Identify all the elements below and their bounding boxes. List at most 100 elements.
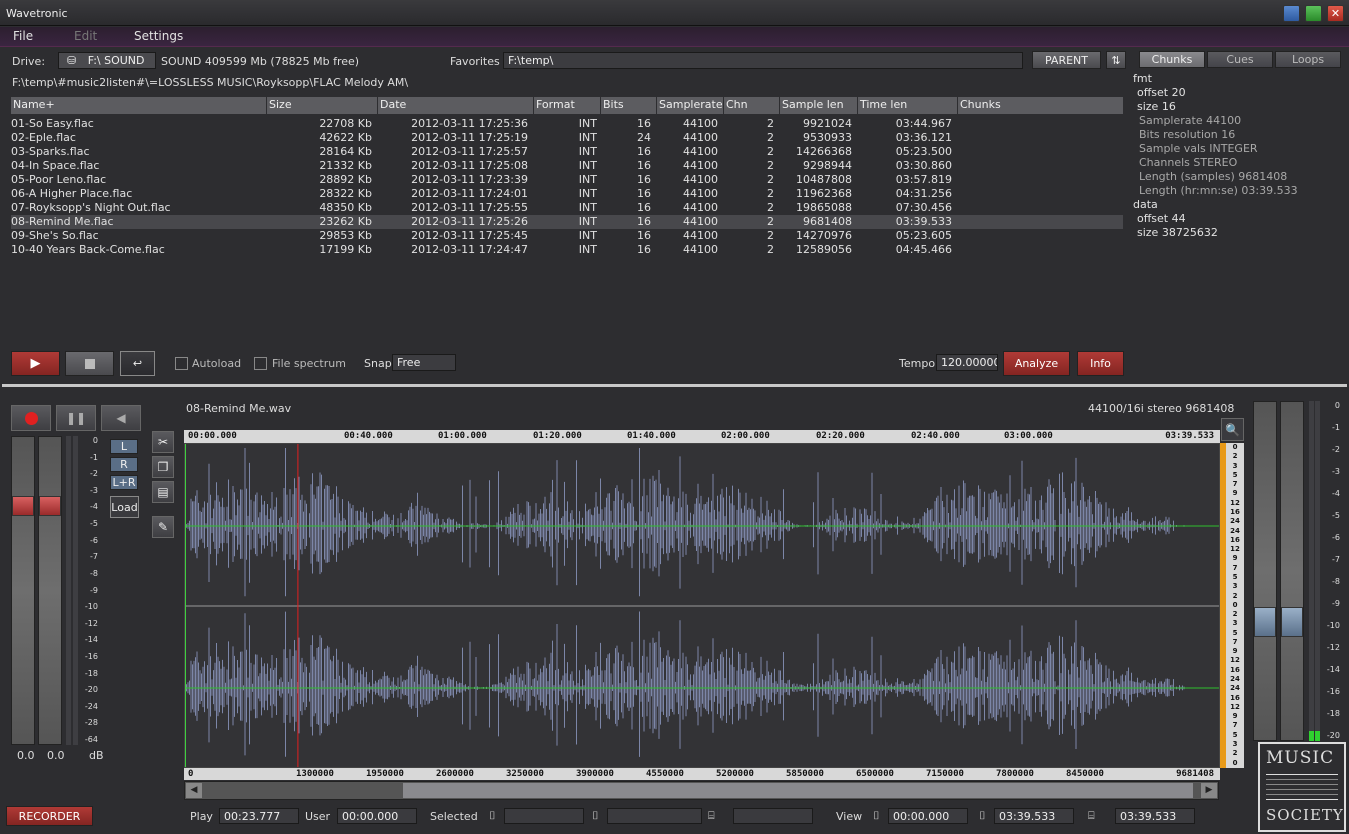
scroll-right-arrow[interactable]: ▶ bbox=[1201, 783, 1217, 798]
file-row[interactable]: 02-Eple.flac 42622 Kb 2012-03-11 17:25:19 I… bbox=[11, 131, 1123, 145]
menu-file[interactable]: File bbox=[13, 29, 33, 43]
mute-button[interactable]: ◀ bbox=[101, 405, 141, 431]
panel-splitter[interactable] bbox=[2, 384, 1347, 387]
right-panel-fader-right[interactable] bbox=[1280, 401, 1304, 741]
view-length-value: 03:39.533 bbox=[1120, 810, 1177, 823]
file-row[interactable]: 04-In Space.flac 21332 Kb 2012-03-11 17:25… bbox=[11, 159, 1123, 173]
file-row[interactable]: 09-She's So.flac 29853 Kb 2012-03-11 17:25… bbox=[11, 229, 1123, 243]
time-tick: 00:00.000 bbox=[188, 431, 237, 441]
zoom-button[interactable]: 🔍 bbox=[1221, 418, 1244, 441]
selection-end-field[interactable] bbox=[607, 808, 702, 824]
refresh-button[interactable]: ⇅ bbox=[1106, 51, 1126, 69]
favorites-select[interactable]: F:\temp\ bbox=[503, 52, 1023, 69]
amp-tick: 2 bbox=[1232, 749, 1238, 758]
db-tick: -64 bbox=[84, 735, 98, 744]
load-button[interactable]: Load bbox=[110, 496, 139, 518]
file-row[interactable]: 07-Royksopp's Night Out.flac 48350 Kb 2012… bbox=[11, 201, 1123, 215]
amp-tick: 9 bbox=[1232, 647, 1238, 656]
tab-loops[interactable]: Loops bbox=[1275, 51, 1341, 68]
db-tick: -10 bbox=[84, 602, 98, 612]
channel-right-button[interactable]: R bbox=[110, 457, 138, 472]
file-bits: 16 bbox=[637, 145, 651, 158]
col-format[interactable]: Format bbox=[534, 97, 601, 114]
record-button[interactable] bbox=[11, 405, 51, 431]
drive-info: SOUND 409599 Mb (78825 Mb free) bbox=[161, 55, 360, 68]
right-level-fader[interactable] bbox=[38, 436, 62, 745]
drive-select[interactable]: ⛁ F:\ SOUND bbox=[58, 52, 156, 69]
col-time-len[interactable]: Time len bbox=[858, 97, 958, 114]
time-ruler[interactable]: 00:00.000 00:40.000 01:00.000 01:20.000 01:4… bbox=[184, 430, 1220, 443]
view-length-field[interactable]: 03:39.533 bbox=[1115, 808, 1195, 824]
time-tick: 02:20.000 bbox=[816, 431, 865, 441]
copy-button[interactable]: ❐ bbox=[152, 456, 174, 478]
tab-chunks[interactable]: Chunks bbox=[1139, 51, 1205, 68]
close-button[interactable]: ✕ bbox=[1327, 5, 1344, 22]
parent-button[interactable]: PARENT bbox=[1032, 51, 1101, 69]
col-name[interactable]: Name+ bbox=[11, 97, 267, 114]
tempo-input[interactable]: 120.00000 bbox=[936, 354, 998, 371]
right-panel-fader-left[interactable] bbox=[1253, 401, 1277, 741]
selection-start-field[interactable] bbox=[504, 808, 584, 824]
col-date[interactable]: Date bbox=[378, 97, 534, 114]
file-row[interactable]: 08-Remind Me.flac 23262 Kb 2012-03-11 17:2… bbox=[11, 215, 1123, 229]
horizontal-scrollbar[interactable]: ◀ ▶ bbox=[184, 781, 1219, 800]
snap-select[interactable]: Free bbox=[392, 354, 456, 371]
right-panel-knob-right[interactable] bbox=[1281, 607, 1303, 637]
scroll-left-arrow[interactable]: ◀ bbox=[186, 783, 202, 798]
channel-both-button[interactable]: L+R bbox=[110, 475, 138, 490]
file-date: 2012-03-11 17:25:26 bbox=[411, 215, 528, 228]
menu-settings[interactable]: Settings bbox=[134, 29, 183, 43]
pencil-button[interactable]: ✎ bbox=[152, 516, 174, 538]
chunk-line: offset 44 bbox=[1137, 212, 1186, 225]
right-panel-knob-left[interactable] bbox=[1254, 607, 1276, 637]
waveform-view[interactable] bbox=[184, 443, 1220, 768]
selection-length-field[interactable] bbox=[733, 808, 813, 824]
paste-button[interactable]: ▤ bbox=[152, 481, 174, 503]
file-row[interactable]: 01-So Easy.flac 22708 Kb 2012-03-11 17:25:… bbox=[11, 117, 1123, 131]
tab-cues[interactable]: Cues bbox=[1207, 51, 1273, 68]
play-position-field[interactable]: 00:23.777 bbox=[219, 808, 299, 824]
channel-left-button[interactable]: L bbox=[110, 439, 138, 454]
col-bits[interactable]: Bits bbox=[601, 97, 657, 114]
file-samples: 11962368 bbox=[796, 187, 852, 200]
file-bits: 16 bbox=[637, 117, 651, 130]
scroll-thumb[interactable] bbox=[403, 783, 1193, 798]
amp-tick: 16 bbox=[1230, 535, 1240, 544]
file-bits: 16 bbox=[637, 215, 651, 228]
view-start-field[interactable]: 00:00.000 bbox=[888, 808, 968, 824]
stop-button[interactable] bbox=[65, 351, 114, 376]
file-spectrum-checkbox[interactable] bbox=[254, 357, 267, 370]
left-level-fader[interactable] bbox=[11, 436, 35, 745]
info-button[interactable]: Info bbox=[1077, 351, 1124, 376]
amp-tick: 24 bbox=[1230, 517, 1240, 526]
cut-button[interactable]: ✂ bbox=[152, 431, 174, 453]
recorder-button[interactable]: RECORDER bbox=[6, 806, 93, 826]
menu-edit[interactable]: Edit bbox=[74, 29, 97, 43]
col-sample-len[interactable]: Sample len bbox=[780, 97, 858, 114]
play-button[interactable]: ▶ bbox=[11, 351, 60, 376]
file-row[interactable]: 05-Poor Leno.flac 28892 Kb 2012-03-11 17:2… bbox=[11, 173, 1123, 187]
view-end-field[interactable]: 03:39.533 bbox=[994, 808, 1074, 824]
file-row[interactable]: 06-A Higher Place.flac 28322 Kb 2012-03-11… bbox=[11, 187, 1123, 201]
amp-tick: 5 bbox=[1232, 572, 1238, 581]
file-row[interactable]: 10-40 Years Back-Come.flac 17199 Kb 2012-0… bbox=[11, 243, 1123, 257]
waveform-svg bbox=[185, 444, 1219, 767]
view-end-value: 03:39.533 bbox=[999, 810, 1056, 823]
file-size: 17199 Kb bbox=[319, 243, 372, 256]
left-fader-knob[interactable] bbox=[12, 496, 34, 516]
col-chunks[interactable]: Chunks bbox=[958, 97, 1123, 114]
col-chn[interactable]: Chn bbox=[724, 97, 780, 114]
time-tick: 01:40.000 bbox=[627, 431, 676, 441]
autoload-checkbox[interactable] bbox=[175, 357, 188, 370]
analyze-button[interactable]: Analyze bbox=[1003, 351, 1070, 376]
pause-button[interactable]: ❚❚ bbox=[56, 405, 96, 431]
right-fader-knob[interactable] bbox=[39, 496, 61, 516]
maximize-button[interactable] bbox=[1305, 5, 1322, 22]
user-field[interactable]: 00:00.000 bbox=[337, 808, 417, 824]
file-row[interactable]: 03-Sparks.flac 28164 Kb 2012-03-11 17:25:5… bbox=[11, 145, 1123, 159]
amp-tick: 12 bbox=[1230, 498, 1240, 507]
loop-button[interactable]: ↩ bbox=[120, 351, 155, 376]
col-samplerate[interactable]: Samplerate bbox=[657, 97, 724, 114]
minimize-button[interactable] bbox=[1283, 5, 1300, 22]
col-size[interactable]: Size bbox=[267, 97, 378, 114]
